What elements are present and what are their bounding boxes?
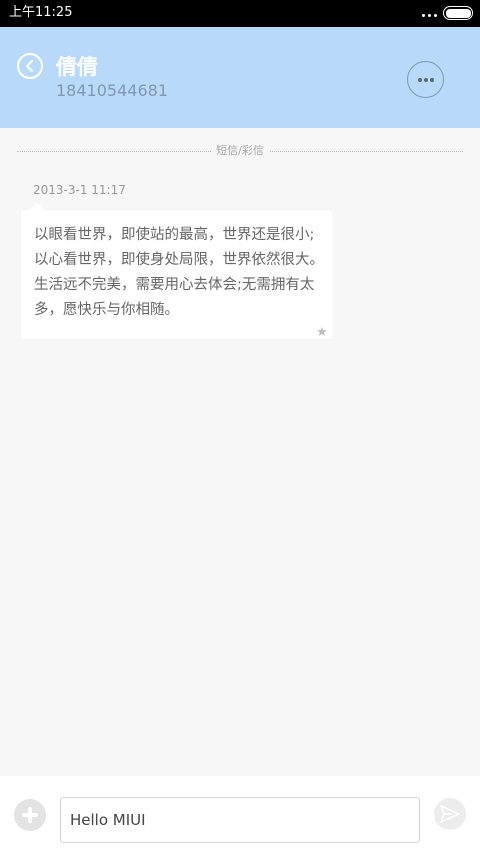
contact-name: 倩倩 — [56, 55, 98, 79]
status-time: 上午11:25 — [9, 5, 73, 20]
composer-bar — [0, 776, 480, 853]
add-attachment-button[interactable] — [14, 799, 46, 831]
message-type-divider: 短信/彩信 — [17, 143, 463, 159]
more-options-button[interactable] — [407, 61, 444, 98]
message-body: 以眼看世界，即使站的最高，世界还是很小;以心看世界，即使身处局限，世界依然很大。… — [34, 227, 324, 318]
message-input[interactable] — [60, 797, 420, 843]
back-icon[interactable] — [17, 53, 43, 79]
battery-icon — [443, 6, 473, 20]
status-bar: 上午11:25 — [0, 0, 480, 27]
send-button[interactable] — [434, 798, 466, 830]
contact-number: 18410544681 — [56, 81, 168, 100]
divider-label: 短信/彩信 — [211, 143, 269, 159]
message-bubble[interactable]: 以眼看世界，即使站的最高，世界还是很小;以心看世界，即使身处局限，世界依然很大。… — [21, 203, 333, 340]
conversation-header: 倩倩 18410544681 — [0, 27, 480, 128]
message-timestamp: 2013-3-1 11:17 — [33, 183, 126, 197]
star-icon: ★ — [316, 325, 328, 340]
